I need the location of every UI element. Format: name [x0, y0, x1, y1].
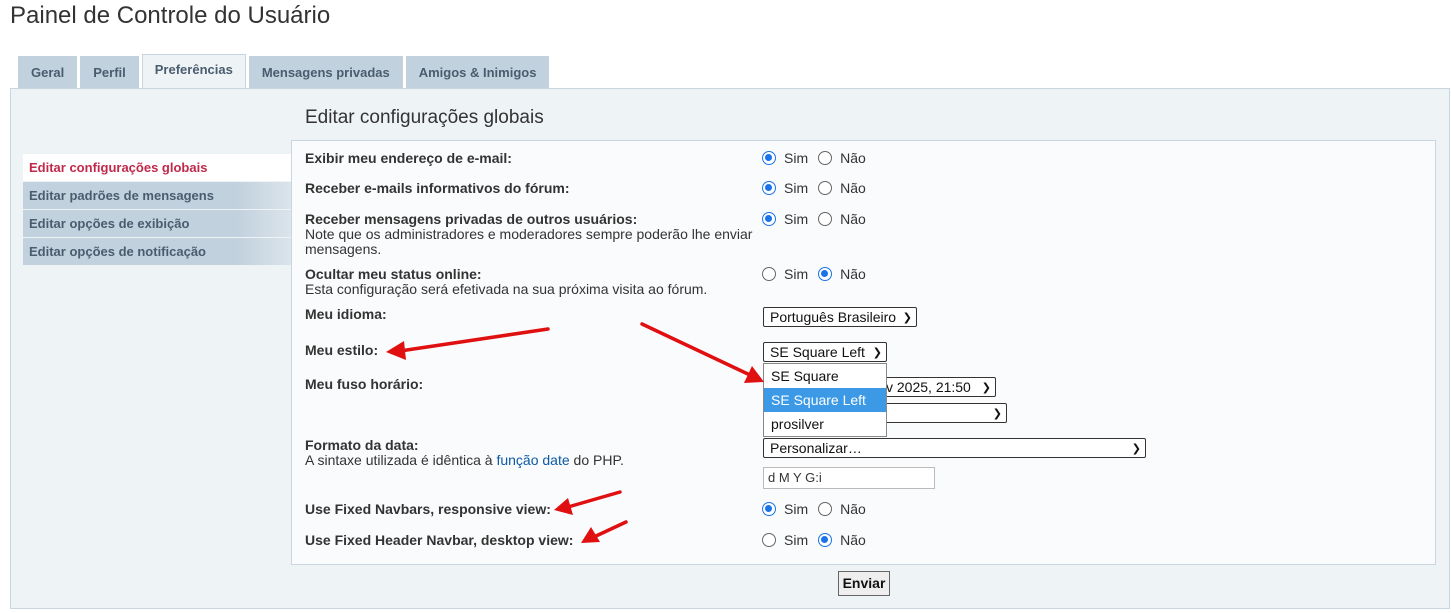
submit-button[interactable]: Enviar	[838, 571, 890, 596]
hide-online-no-radio[interactable]	[818, 267, 833, 281]
yes-label: Sim	[784, 211, 809, 227]
receive-emails-label: Receber e-mails informativos do fórum:	[305, 180, 570, 196]
tab-geral[interactable]: Geral	[18, 56, 78, 88]
no-label: Não	[840, 150, 866, 166]
fixed-navbars-label: Use Fixed Navbars, responsive view:	[305, 501, 551, 517]
receive-pm-note: Note que os administradores e moderadore…	[305, 226, 753, 257]
sidebar-item-post-defaults[interactable]: Editar padrões de mensagens	[23, 182, 291, 209]
style-label: Meu estilo:	[305, 342, 379, 358]
sidebar-item-global-settings[interactable]: Editar configurações globais	[23, 154, 291, 181]
style-select-value: SE Square Left	[770, 344, 865, 360]
language-select[interactable]: Português Brasileiro ❯	[763, 307, 917, 327]
chevron-down-icon: ❯	[1131, 443, 1141, 455]
yes-label: Sim	[784, 180, 809, 196]
yes-label: Sim	[784, 150, 809, 166]
yes-label: Sim	[784, 266, 809, 282]
receive-pm-no-radio[interactable]	[818, 212, 833, 226]
yes-label: Sim	[784, 532, 809, 548]
tab-perfil[interactable]: Perfil	[80, 56, 139, 88]
receive-pm-title: Receber mensagens privadas de outros usu…	[305, 211, 638, 227]
sidebar-menu: Editar configurações globais Editar padr…	[23, 154, 291, 266]
receive-pm-label: Receber mensagens privadas de outros usu…	[305, 211, 755, 257]
chevron-down-icon: ❯	[902, 312, 912, 324]
tab-amigos-inimigos[interactable]: Amigos & Inimigos	[405, 56, 550, 88]
fixed-navbars-no-radio[interactable]	[818, 502, 833, 516]
tab-preferencias[interactable]: Preferências	[141, 54, 246, 88]
date-format-note-suffix: do PHP.	[569, 452, 624, 468]
hide-online-radios: Sim Não	[762, 266, 876, 282]
hide-online-title: Ocultar meu status online:	[305, 266, 482, 282]
date-format-custom-input[interactable]: d M Y G:i	[763, 467, 935, 489]
date-format-note-prefix: A sintaxe utilizada é idêntica à	[305, 452, 497, 468]
hide-online-label: Ocultar meu status online: Esta configur…	[305, 266, 755, 297]
hide-online-note: Esta configuração será efetivada na sua …	[305, 281, 708, 297]
language-select-value: Português Brasileiro	[770, 309, 897, 325]
tab-mensagens-privadas[interactable]: Mensagens privadas	[248, 56, 403, 88]
receive-emails-yes-radio[interactable]	[762, 181, 776, 195]
no-label: Não	[840, 180, 866, 196]
no-label: Não	[840, 532, 866, 548]
chevron-down-icon: ❯	[981, 382, 991, 394]
date-format-select-value: Personalizar…	[770, 440, 862, 456]
fixed-header-label: Use Fixed Header Navbar, desktop view:	[305, 532, 574, 548]
receive-emails-radios: Sim Não	[762, 180, 876, 196]
sidebar-item-notification-options[interactable]: Editar opções de notificação	[23, 238, 291, 265]
receive-emails-no-radio[interactable]	[818, 181, 833, 195]
fixed-navbars-radios: Sim Não	[762, 501, 876, 517]
date-format-title: Formato da data:	[305, 437, 419, 453]
hide-online-yes-radio[interactable]	[762, 267, 776, 281]
date-format-label: Formato da data: A sintaxe utilizada é i…	[305, 437, 755, 468]
section-title: Editar configurações globais	[305, 107, 544, 128]
fixed-header-radios: Sim Não	[762, 532, 876, 548]
receive-pm-yes-radio[interactable]	[762, 212, 776, 226]
style-option-se-square[interactable]: SE Square	[764, 364, 886, 388]
no-label: Não	[840, 266, 866, 282]
timezone-label: Meu fuso horário:	[305, 376, 424, 392]
fixed-header-no-radio[interactable]	[818, 533, 833, 547]
chevron-down-icon: ❯	[872, 347, 882, 359]
style-option-se-square-left[interactable]: SE Square Left	[764, 388, 886, 412]
show-email-yes-radio[interactable]	[762, 151, 776, 165]
date-format-select[interactable]: Personalizar… ❯	[763, 438, 1146, 458]
timezone-date-value: v 2025, 21:50	[886, 379, 971, 395]
tab-bar: Geral Perfil Preferências Mensagens priv…	[18, 54, 550, 88]
fixed-header-yes-radio[interactable]	[762, 533, 776, 547]
receive-pm-radios: Sim Não	[762, 211, 876, 227]
page-title: Painel de Controle do Usuário	[10, 2, 331, 29]
chevron-down-icon: ❯	[992, 408, 1002, 420]
show-email-radios: Sim Não	[762, 150, 876, 166]
sidebar-item-display-options[interactable]: Editar opções de exibição	[23, 210, 291, 237]
php-date-link[interactable]: função date	[496, 452, 569, 468]
style-option-prosilver[interactable]: prosilver	[764, 412, 886, 436]
style-dropdown-list: SE Square SE Square Left prosilver	[763, 363, 887, 437]
style-select[interactable]: SE Square Left ❯	[763, 342, 887, 362]
fixed-navbars-yes-radio[interactable]	[762, 502, 776, 516]
no-label: Não	[840, 211, 866, 227]
language-label: Meu idioma:	[305, 306, 387, 322]
show-email-no-radio[interactable]	[818, 151, 833, 165]
yes-label: Sim	[784, 501, 809, 517]
date-format-note: A sintaxe utilizada é idêntica à função …	[305, 453, 755, 468]
no-label: Não	[840, 501, 866, 517]
show-email-label: Exibir meu endereço de e-mail:	[305, 150, 512, 166]
